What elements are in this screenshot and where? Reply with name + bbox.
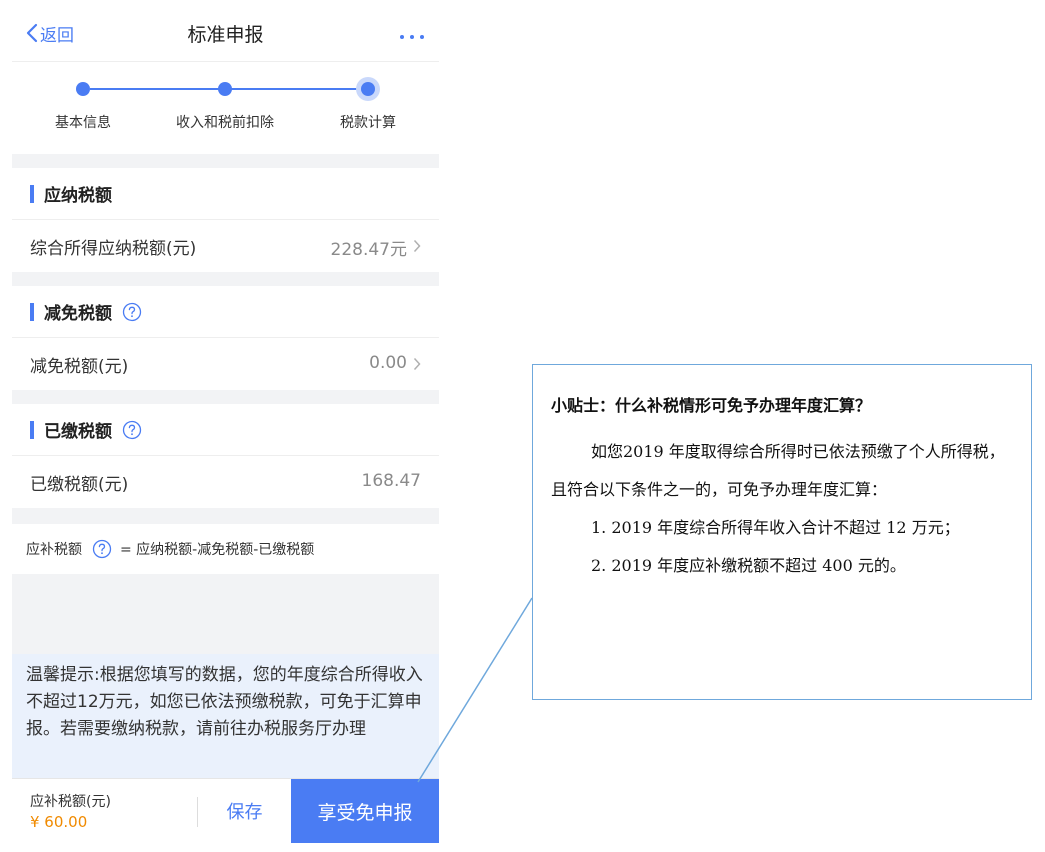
warm-tip: 温馨提示:根据您填写的数据，您的年度综合所得收入不超过12万元，如您已依法预缴税… xyxy=(12,654,439,778)
step-dot-tax-calc xyxy=(356,77,380,101)
save-button[interactable]: 保存 xyxy=(198,779,291,843)
section-title: 已缴税额 xyxy=(44,422,112,442)
formula-expression: = 应纳税额-减免税额-已缴税额 xyxy=(120,542,315,558)
section-header-payable: 应纳税额 xyxy=(12,168,439,220)
section-gap xyxy=(12,508,439,524)
row-label: 已缴税额(元) xyxy=(30,475,129,495)
section-accent-bar xyxy=(30,420,34,439)
due-tax-amount: ¥ 60.00 xyxy=(30,813,88,831)
help-question-icon[interactable] xyxy=(92,539,112,559)
step-label-income: 收入和税前扣除 xyxy=(176,115,274,131)
bottom-bar: 应补税额(元) ¥ 60.00 保存 享受免申报 xyxy=(12,778,439,843)
due-tax-label: 应补税额(元) xyxy=(30,794,111,810)
row-paid-tax: 已缴税额(元) 168.47 xyxy=(12,456,439,508)
callout-list-item: 1. 2019 年度综合所得年收入合计不超过 12 万元； xyxy=(591,518,960,537)
section-gap xyxy=(12,154,439,168)
callout-list-item: 2. 2019 年度应补缴税额不超过 400 元的。 xyxy=(591,556,906,575)
row-label: 综合所得应纳税额(元) xyxy=(30,239,197,259)
section-accent-bar xyxy=(30,302,34,321)
help-question-icon[interactable] xyxy=(122,302,142,322)
step-dot-basic-info xyxy=(76,82,90,96)
section-title: 应纳税额 xyxy=(44,186,112,206)
row-value: 168.47 xyxy=(361,471,421,491)
empty-area xyxy=(12,574,439,654)
row-relief-tax[interactable]: 减免税额(元) 0.00 xyxy=(12,338,439,390)
section-header-relief: 减免税额 xyxy=(12,286,439,338)
chevron-right-icon xyxy=(413,239,421,253)
more-dots-icon[interactable] xyxy=(398,23,428,45)
step-label-basic-info: 基本信息 xyxy=(55,115,111,131)
row-label: 减免税额(元) xyxy=(30,357,129,377)
step-connector xyxy=(232,88,368,90)
step-dot-income xyxy=(218,82,232,96)
row-payable-tax[interactable]: 综合所得应纳税额(元) 228.47元 xyxy=(12,220,439,272)
row-value: 228.47元 xyxy=(330,240,407,260)
help-question-icon[interactable] xyxy=(122,420,142,440)
chevron-right-icon xyxy=(413,357,421,371)
section-header-paid: 已缴税额 xyxy=(12,404,439,456)
row-value: 0.00 xyxy=(369,353,407,373)
section-gap xyxy=(12,390,439,404)
tip-callout: 小贴士：什么补税情形可免予办理年度汇算？ 如您2019 年度取得综合所得时已依法… xyxy=(532,364,1032,700)
phone-screen: 返回 标准申报 基本信息 收入和税前扣除 税款计算 应纳税额 综合所得应纳税额(… xyxy=(12,0,439,852)
callout-paragraph: 如您2019 年度取得综合所得时已依法预缴了个人所得税，且符合以下条件之一的，可… xyxy=(551,442,1005,499)
section-accent-bar xyxy=(30,184,34,203)
page-title: 标准申报 xyxy=(187,24,264,46)
section-gap xyxy=(12,272,439,286)
exempt-declaration-button[interactable]: 享受免申报 xyxy=(291,779,439,843)
progress-steps: 基本信息 收入和税前扣除 税款计算 xyxy=(12,62,439,154)
step-connector xyxy=(90,88,232,90)
formula-label: 应补税额 xyxy=(26,542,82,558)
callout-title: 小贴士：什么补税情形可免予办理年度汇算？ xyxy=(551,396,872,415)
nav-bar: 返回 标准申报 xyxy=(12,0,439,62)
section-title: 减免税额 xyxy=(44,304,112,324)
step-label-tax-calc: 税款计算 xyxy=(340,115,396,131)
formula-row: 应补税额 = 应纳税额-减免税额-已缴税额 xyxy=(12,524,439,574)
